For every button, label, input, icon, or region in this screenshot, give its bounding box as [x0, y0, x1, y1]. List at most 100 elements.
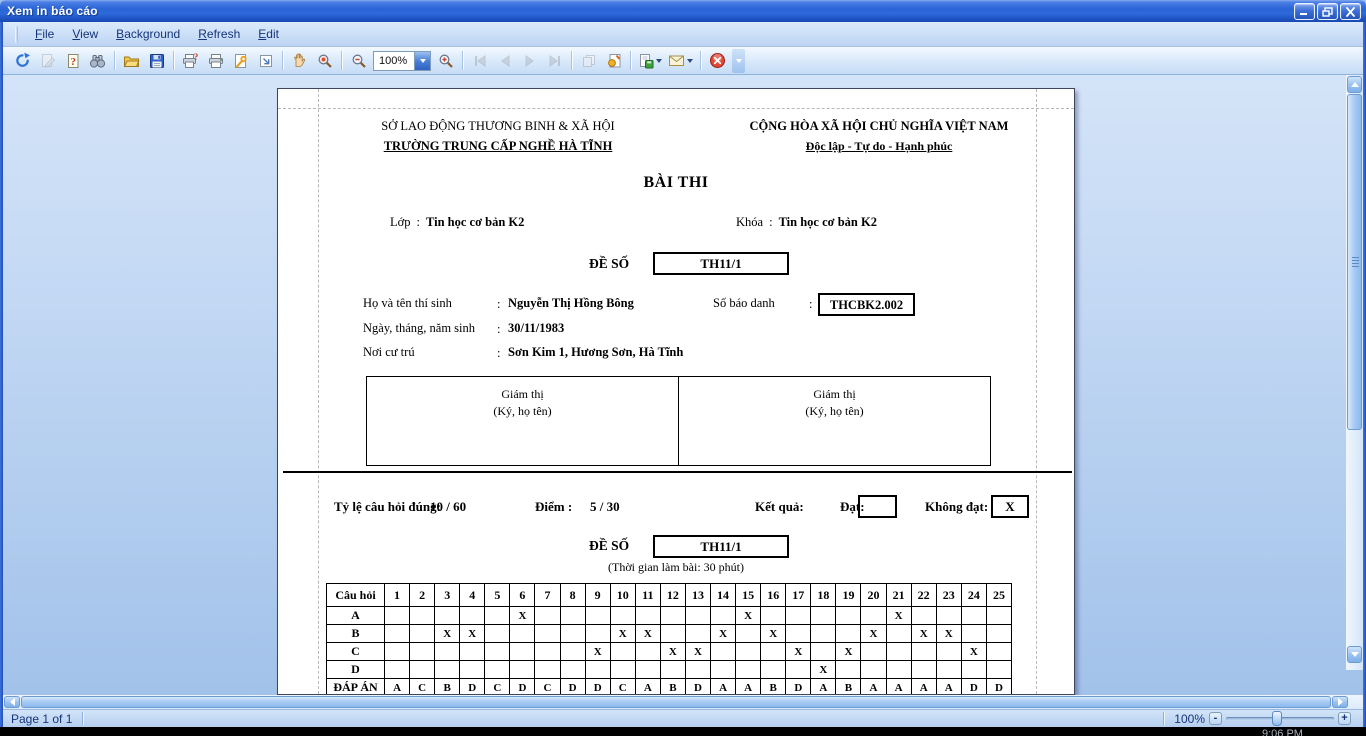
answer-cell: X	[961, 643, 986, 661]
help-button[interactable]: ?	[60, 49, 85, 72]
save-button[interactable]	[144, 49, 169, 72]
close-button[interactable]	[1340, 3, 1361, 20]
find-button[interactable]	[85, 49, 110, 72]
answer-cell: A	[385, 679, 410, 696]
scroll-down-button[interactable]	[1347, 646, 1362, 663]
answer-cell: B	[660, 679, 685, 696]
answer-cell	[385, 607, 410, 625]
answer-cell	[410, 625, 435, 643]
page-indicator: Page 1 of 1	[3, 712, 72, 726]
zoom-in-button[interactable]	[433, 49, 458, 72]
address-label: Nơi cư trú	[363, 345, 415, 360]
document-title: BÀI THI	[278, 174, 1074, 192]
answer-cell: D	[786, 679, 811, 696]
first-page-button[interactable]	[467, 49, 492, 72]
answer-cell	[535, 661, 560, 679]
answer-cell: X	[861, 625, 886, 643]
print-button[interactable]	[203, 49, 228, 72]
toolbar-separator	[700, 51, 701, 70]
vertical-scrollbar[interactable]	[1346, 75, 1363, 670]
proctor-title: Giám thị	[679, 386, 990, 403]
scroll-up-button[interactable]	[1347, 76, 1362, 93]
page-background-button[interactable]	[601, 49, 626, 72]
time-note: (Thời gian làm bài: 30 phút)	[278, 560, 1074, 575]
customize-button[interactable]	[35, 49, 60, 72]
answer-cell	[711, 607, 736, 625]
exam-code-label-2: ĐỀ SỐ	[589, 538, 629, 554]
hand-tool-button[interactable]	[287, 49, 312, 72]
chevron-down-icon[interactable]	[687, 59, 693, 63]
zoom-tool-button[interactable]	[312, 49, 337, 72]
zoom-dropdown-button[interactable]	[414, 52, 430, 70]
print-dialog-button[interactable]: ?	[178, 49, 203, 72]
answer-cell: 8	[560, 584, 585, 607]
taskbar-edge: 9:06 PM	[0, 727, 1366, 736]
answer-cell	[510, 625, 535, 643]
answer-cell	[460, 643, 485, 661]
menu-background[interactable]: Background	[107, 24, 189, 44]
menu-refresh[interactable]: Refresh	[189, 24, 249, 44]
menu-grip[interactable]	[15, 26, 18, 43]
answer-cell: D	[961, 679, 986, 696]
table-row: CXXXXXX	[327, 643, 1012, 661]
menu-edit[interactable]: Edit	[249, 24, 288, 44]
scroll-left-button[interactable]	[4, 696, 20, 708]
zoom-slider-track[interactable]	[1226, 717, 1334, 721]
previous-page-button[interactable]	[492, 49, 517, 72]
export-document-button[interactable]	[635, 49, 665, 72]
diem-label: Điểm :	[535, 499, 572, 515]
answer-cell	[911, 607, 936, 625]
multiple-pages-button[interactable]	[576, 49, 601, 72]
answer-cell	[485, 607, 510, 625]
horizontal-scroll-thumb[interactable]	[21, 696, 1331, 708]
close-preview-button[interactable]	[705, 49, 730, 72]
answer-cell	[460, 607, 485, 625]
menu-view[interactable]: View	[63, 24, 107, 44]
horizontal-scrollbar[interactable]	[3, 695, 1363, 709]
answer-cell: D	[685, 679, 710, 696]
page-setup-button[interactable]	[228, 49, 253, 72]
preview-canvas[interactable]: SỞ LAO ĐỘNG THƯƠNG BINH & XÃ HỘI TRƯỜNG …	[3, 75, 1363, 695]
course-label: Khóa	[736, 215, 763, 229]
answer-cell	[786, 661, 811, 679]
minimize-button[interactable]	[1294, 3, 1315, 20]
last-page-button[interactable]	[542, 49, 567, 72]
answer-cell: C	[535, 679, 560, 696]
answer-cell	[736, 625, 761, 643]
toolbar-overflow-button[interactable]	[732, 49, 745, 73]
khongdat-checkbox: X	[991, 495, 1029, 518]
answer-cell	[811, 607, 836, 625]
chevron-down-icon[interactable]	[656, 59, 662, 63]
send-email-button[interactable]	[665, 49, 696, 72]
zoom-out-button[interactable]	[346, 49, 371, 72]
answer-cell	[410, 661, 435, 679]
zoom-in-slider-button[interactable]: +	[1338, 712, 1351, 725]
answer-cell: C	[327, 643, 385, 661]
open-button[interactable]	[119, 49, 144, 72]
zoom-combobox[interactable]: 100%	[373, 51, 431, 71]
scale-button[interactable]	[253, 49, 278, 72]
toolbar-separator	[114, 51, 115, 70]
answer-cell: D	[327, 661, 385, 679]
title-bar[interactable]: Xem in báo cáo	[0, 0, 1366, 22]
zoom-out-slider-button[interactable]: -	[1209, 712, 1222, 725]
vertical-scroll-thumb[interactable]	[1347, 94, 1362, 430]
page-color-icon	[606, 53, 622, 69]
scroll-right-button[interactable]	[1332, 696, 1348, 708]
answer-cell	[535, 643, 560, 661]
refresh-button[interactable]	[10, 49, 35, 72]
answer-cell	[736, 661, 761, 679]
answer-cell: A	[635, 679, 660, 696]
svg-text:?: ?	[70, 56, 76, 68]
next-page-button[interactable]	[517, 49, 542, 72]
page-setup-icon	[233, 53, 249, 69]
toolbar-separator	[462, 51, 463, 70]
menu-file[interactable]: File	[26, 24, 63, 44]
answer-cell: 14	[711, 584, 736, 607]
answer-cell	[811, 625, 836, 643]
colon: :	[411, 215, 426, 229]
zoom-slider-thumb[interactable]	[1272, 711, 1282, 726]
class-value: Tin học cơ bản K2	[426, 215, 524, 229]
thumb-grip	[1352, 257, 1359, 267]
restore-button[interactable]	[1317, 3, 1338, 20]
